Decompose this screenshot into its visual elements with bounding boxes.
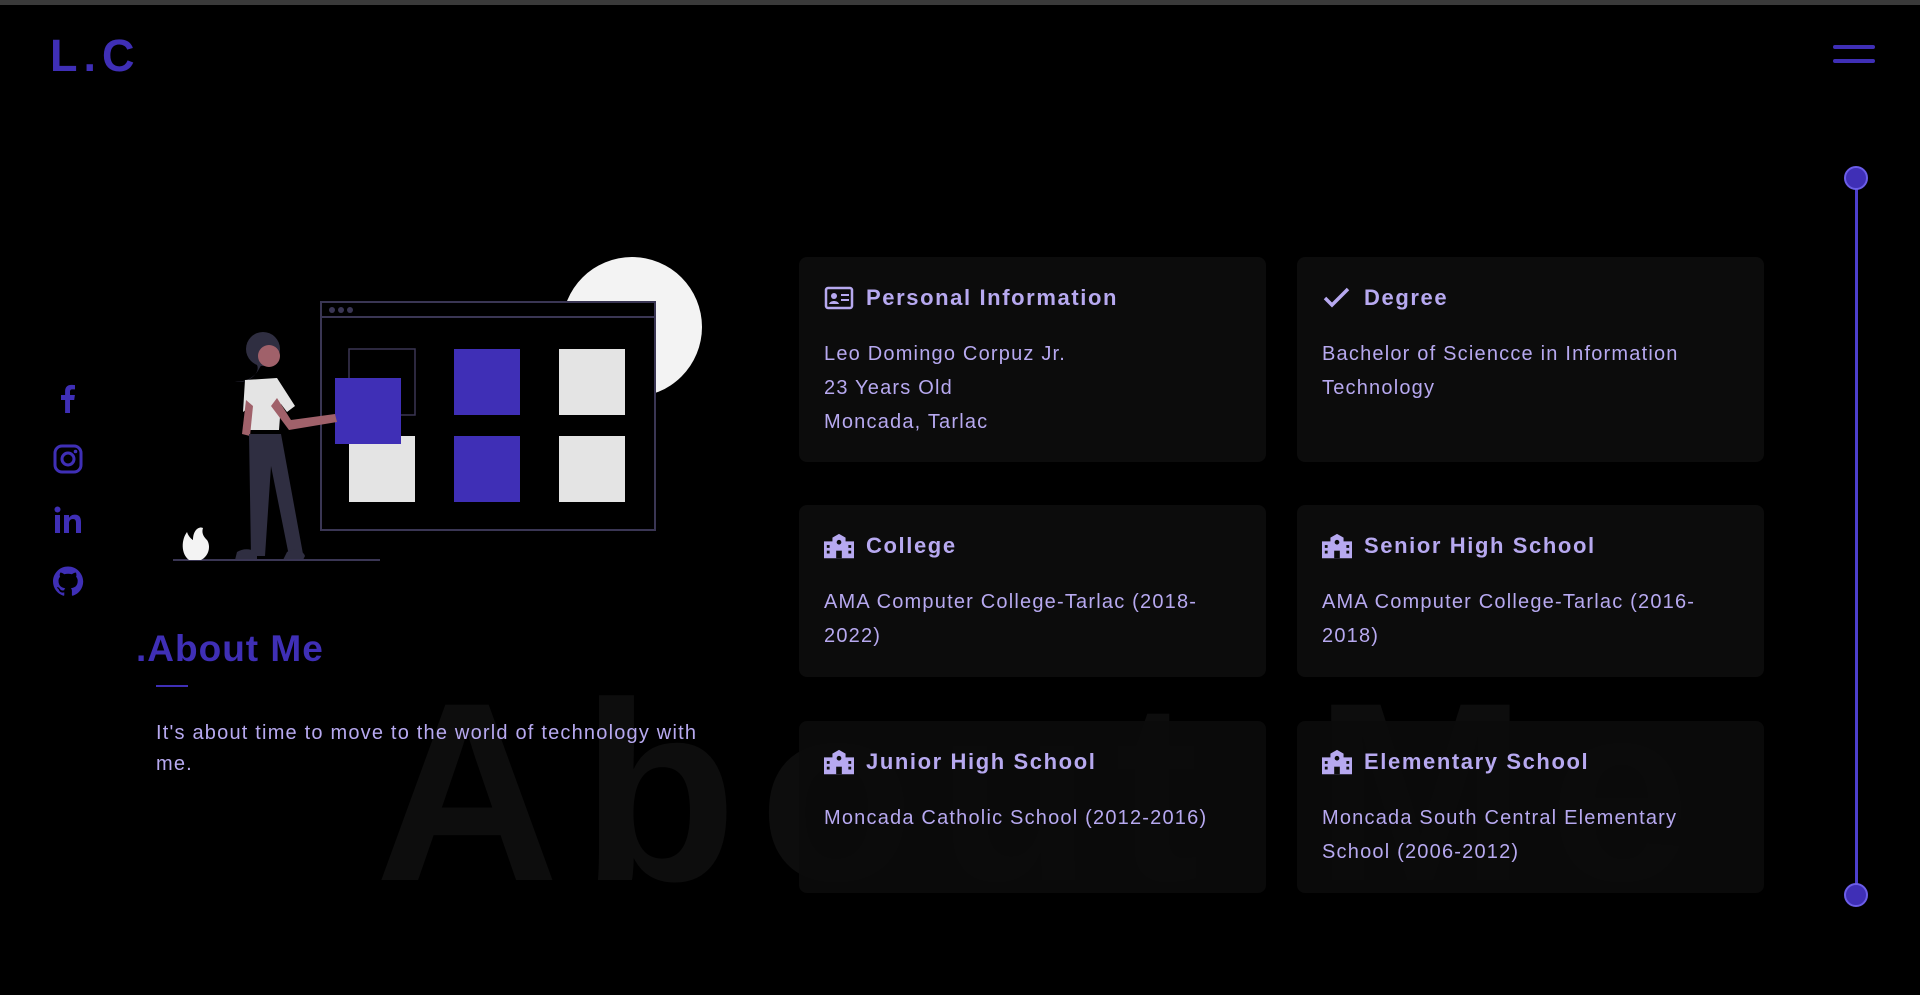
card-line: Leo Domingo Corpuz Jr. (824, 343, 1067, 365)
card-junior-high-school: Junior High School Moncada Catholic Scho… (799, 721, 1266, 893)
card-title: Senior High School (1364, 533, 1596, 558)
menu-bar (1833, 59, 1875, 63)
card-title: Elementary School (1364, 749, 1590, 774)
school-icon (1322, 749, 1352, 775)
tile-grey (559, 349, 625, 415)
hamburger-menu-icon[interactable] (1833, 45, 1875, 67)
card-line: Bachelor of Sciencce in Information Tech… (1322, 343, 1679, 399)
card-line: Moncada, Tarlac (824, 411, 989, 433)
check-icon (1323, 287, 1350, 308)
about-description: It's about time to move to the world of … (156, 722, 698, 775)
section-title-text: About Me (147, 628, 324, 669)
school-icon (824, 749, 854, 775)
section-title: .About Me (136, 628, 324, 669)
github-icon[interactable] (50, 563, 86, 599)
tile-purple (454, 349, 520, 415)
social-links (50, 380, 86, 624)
hero-illustration (173, 257, 702, 561)
card-title: Degree (1364, 285, 1449, 310)
card-title: Personal Information (866, 285, 1119, 310)
instagram-icon[interactable] (50, 441, 86, 477)
school-icon (1322, 533, 1352, 559)
school-icon (824, 533, 854, 559)
dragged-tile (335, 378, 401, 444)
card-line: 23 Years Old (824, 377, 953, 399)
tile-purple (454, 436, 520, 502)
tile-grey (559, 436, 625, 502)
card-line: Moncada Catholic School (2012-2016) (824, 807, 1208, 829)
title-underline (156, 685, 188, 687)
section-scroll-track[interactable] (1855, 177, 1858, 895)
linkedin-icon[interactable] (50, 502, 86, 538)
card-line: AMA Computer College-Tarlac (2018-2022) (824, 591, 1198, 647)
card-line: AMA Computer College-Tarlac (2016-2018) (1322, 591, 1696, 647)
id-card-icon (824, 286, 854, 310)
scroll-dot-bottom[interactable] (1844, 883, 1868, 907)
scroll-dot-top[interactable] (1844, 166, 1868, 190)
card-degree: Degree Bachelor of Sciencce in Informati… (1297, 257, 1764, 462)
window-top-border (0, 0, 1920, 5)
card-personal-information: Personal Information Leo Domingo Corpuz … (799, 257, 1266, 462)
site-logo[interactable]: L.C (50, 30, 141, 82)
card-line: Moncada South Central Elementary School … (1322, 807, 1678, 863)
card-senior-high-school: Senior High School AMA Computer College-… (1297, 505, 1764, 677)
tile-grey (349, 436, 415, 502)
card-college: College AMA Computer College-Tarlac (201… (799, 505, 1266, 677)
card-title: Junior High School (866, 749, 1097, 774)
card-elementary-school: Elementary School Moncada South Central … (1297, 721, 1764, 893)
menu-bar (1833, 45, 1875, 49)
card-title: College (866, 533, 957, 558)
facebook-icon[interactable] (50, 380, 86, 416)
